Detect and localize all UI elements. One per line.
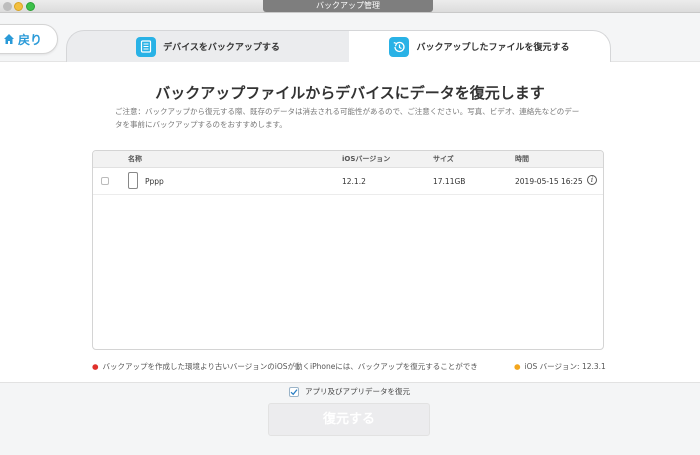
tab-restore-backup[interactable]: バックアップしたファイルを復元する — [349, 30, 611, 62]
home-icon — [4, 34, 14, 44]
iphone-icon — [128, 172, 138, 189]
tab-restore-backup-label: バックアップしたファイルを復元する — [416, 43, 570, 53]
restore-app-data-checkbox[interactable] — [289, 386, 299, 397]
tab-backup-device[interactable]: デバイスをバックアップする — [66, 30, 349, 62]
backup-ios-version: 12.1.2 — [342, 177, 366, 186]
backup-table: 名称 iOSバージョン サイズ 時間 Pppp 12.1.2 17.11GB 2… — [92, 150, 604, 350]
tab-backup-device-label: デバイスをバックアップする — [163, 43, 280, 53]
divider — [0, 382, 700, 383]
backup-time: 2019-05-15 16:25 — [515, 177, 583, 186]
page-heading: バックアップファイルからデバイスにデータを復元します — [155, 84, 545, 102]
table-row[interactable]: Pppp 12.1.2 17.11GB 2019-05-15 16:25 i — [93, 168, 603, 195]
back-button-label: 戻り — [18, 32, 43, 47]
table-header: 名称 iOSバージョン サイズ 時間 — [93, 151, 603, 168]
notice-text: ご注意：バックアップから復元する際、既存のデータは消去される可能性があるので、ご… — [115, 107, 580, 129]
title-bar: バックアップ管理 — [0, 0, 700, 13]
info-icon[interactable]: i — [587, 175, 597, 185]
restore-button[interactable]: 復元する — [268, 403, 430, 436]
back-button[interactable]: 戻り — [0, 24, 58, 54]
version-dot-icon: ● — [514, 362, 521, 371]
device-ios-version: ● iOS バージョン: 12.3.1 — [514, 361, 606, 372]
window-title: バックアップ管理 — [263, 0, 433, 12]
warning-dot-icon: ● — [92, 362, 99, 371]
column-time-header: 時間 — [515, 155, 529, 163]
compatibility-warning: ● バックアップを作成した環境より古いバージョンのiOSが動くiPhoneには、バ… — [92, 361, 478, 372]
document-icon — [136, 36, 157, 57]
row-checkbox[interactable] — [101, 177, 109, 185]
restore-app-data-option[interactable]: アプリ及びアプリデータを復元 — [289, 386, 410, 397]
warning-text: バックアップを作成した環境より古いバージョンのiOSが動くiPhoneには、バッ… — [102, 362, 478, 371]
column-ios-version-header: iOSバージョン — [342, 155, 391, 163]
restore-clock-icon — [389, 36, 410, 57]
close-window-button[interactable] — [3, 2, 12, 11]
zoom-window-button[interactable] — [26, 2, 35, 11]
backup-name: Pppp — [145, 177, 164, 186]
tab-bar: デバイスをバックアップする バックアップしたファイルを復元する — [66, 30, 611, 62]
restore-app-data-label: アプリ及びアプリデータを復元 — [305, 387, 410, 396]
column-size-header: サイズ — [433, 155, 454, 163]
version-text: iOS バージョン: 12.3.1 — [524, 362, 606, 371]
column-name-header: 名称 — [128, 155, 142, 163]
minimize-window-button[interactable] — [14, 2, 23, 11]
checkmark-icon — [290, 388, 298, 395]
backup-size: 17.11GB — [433, 177, 466, 186]
